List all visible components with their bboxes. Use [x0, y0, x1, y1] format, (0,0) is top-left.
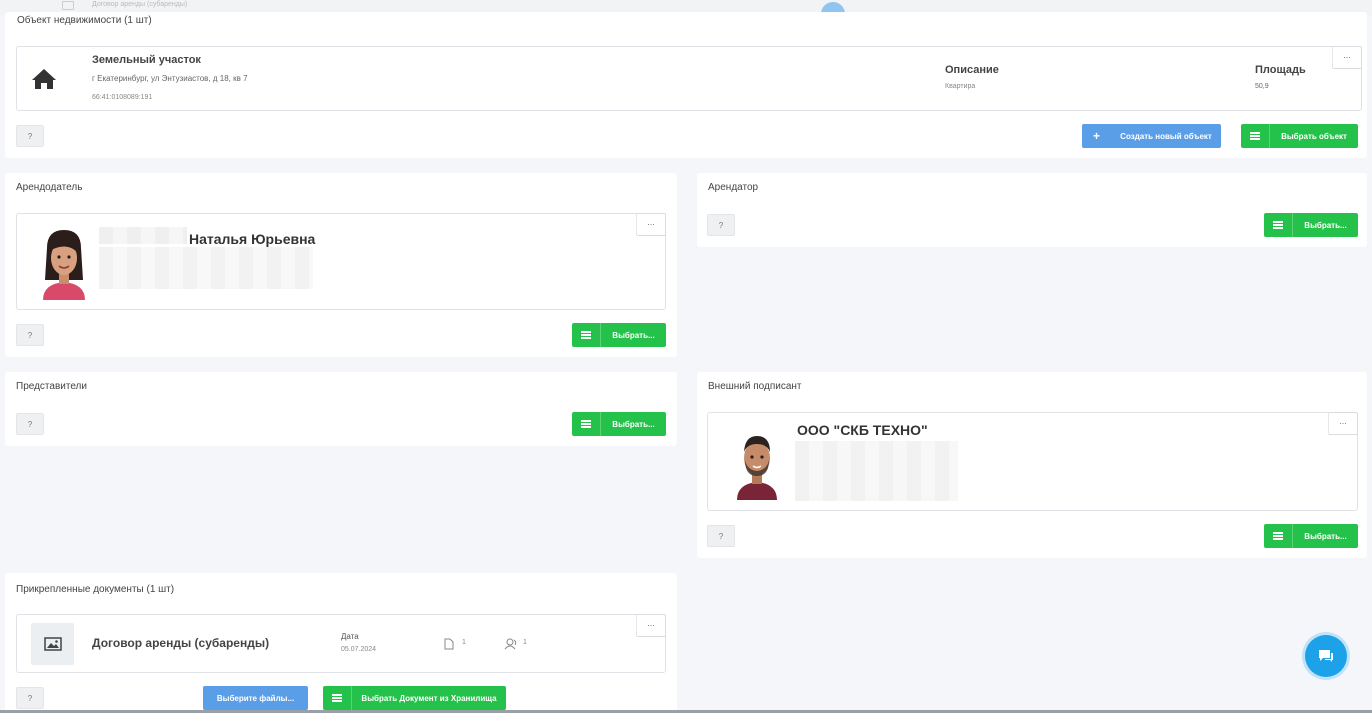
male-avatar [733, 430, 781, 500]
signers-count: 1 [523, 639, 527, 646]
image-icon [31, 623, 74, 665]
section-title: Арендатор [708, 182, 759, 193]
section-title: Прикрепленные документы (1 шт) [16, 584, 175, 595]
list-icon [1241, 124, 1270, 148]
property-cadastral: 66:41:0108089:191 [92, 94, 153, 101]
more-button[interactable]: ... [636, 614, 666, 637]
choose-from-storage-button[interactable]: Выбрать Документ из Хранилища [323, 686, 506, 710]
more-button[interactable]: ... [636, 213, 666, 236]
landlord-name: Наталья Юрьевна [189, 231, 316, 247]
choose-files-label: Выберите файлы... [216, 693, 295, 703]
property-address: г Екатеринбург, ул Энтузиастов, д 18, кв… [92, 74, 248, 83]
landlord-panel: Арендодатель Наталья Юрьевна ... ? Выбра… [5, 173, 677, 357]
house-icon [31, 67, 57, 91]
more-button[interactable]: ... [1328, 412, 1358, 435]
document-card[interactable]: Договор аренды (субаренды) Дата 05.07.20… [16, 614, 666, 673]
female-avatar [37, 228, 91, 300]
top-doc-title: Договор аренды (субаренды) [92, 1, 188, 8]
description-value: Квартира [945, 83, 976, 90]
create-object-button[interactable]: + Создать новый объект [1082, 124, 1221, 148]
section-title: Представители [16, 381, 87, 392]
plus-icon: + [1092, 129, 1100, 143]
chat-button[interactable] [1305, 635, 1347, 677]
select-representatives-button[interactable]: Выбрать... [572, 412, 666, 436]
select-representatives-label: Выбрать... [612, 419, 655, 429]
select-tenant-label: Выбрать... [1304, 220, 1347, 230]
select-signer-label: Выбрать... [1304, 531, 1347, 541]
representatives-panel: Представители ? Выбрать... [5, 372, 677, 446]
area-value: 50,9 [1255, 83, 1269, 90]
select-object-button[interactable]: Выбрать объект [1241, 124, 1358, 148]
signer-panel: Внешний подписант ООО "СКБ ТЕХНО" ... ? … [697, 372, 1367, 558]
help-button[interactable]: ? [16, 125, 44, 147]
section-title: Внешний подписант [708, 381, 802, 392]
chat-icon [1317, 648, 1335, 664]
help-button[interactable]: ? [16, 324, 44, 346]
landlord-card[interactable]: Наталья Юрьевна ... [16, 213, 666, 310]
choose-from-storage-label: Выбрать Документ из Хранилища [361, 693, 497, 703]
section-title: Арендодатель [16, 182, 83, 193]
date-value: 05.07.2024 [341, 646, 377, 653]
image-icon [62, 1, 74, 10]
select-object-label: Выбрать объект [1281, 131, 1347, 141]
area-label: Площадь [1255, 64, 1306, 76]
files-count: 1 [462, 639, 466, 646]
select-landlord-button[interactable]: Выбрать... [572, 323, 666, 347]
signers-icon [504, 637, 518, 650]
help-button[interactable]: ? [16, 687, 44, 709]
document-name[interactable]: Договор аренды (субаренды) [92, 636, 269, 650]
list-icon [572, 412, 601, 436]
property-card[interactable]: Земельный участок г Екатеринбург, ул Энт… [16, 46, 1362, 111]
help-button[interactable]: ? [707, 214, 735, 236]
list-icon [572, 323, 601, 347]
description-label: Описание [945, 64, 999, 76]
property-panel: Объект недвижимости (1 шт) Земельный уча… [5, 12, 1367, 158]
signer-card[interactable]: ООО "СКБ ТЕХНО" ... [707, 412, 1358, 511]
redacted-details [795, 441, 958, 501]
file-icon [444, 637, 454, 650]
documents-panel: Прикрепленные документы (1 шт) Договор а… [5, 573, 677, 713]
select-signer-button[interactable]: Выбрать... [1264, 524, 1358, 548]
signer-name: ООО "СКБ ТЕХНО" [797, 422, 928, 438]
date-label: Дата [341, 632, 359, 641]
help-button[interactable]: ? [16, 413, 44, 435]
redacted-details [99, 247, 313, 289]
create-object-label: Создать новый объект [1120, 131, 1212, 141]
property-name: Земельный участок [92, 54, 201, 66]
choose-files-button[interactable]: Выберите файлы... [203, 686, 308, 710]
select-tenant-button[interactable]: Выбрать... [1264, 213, 1358, 237]
tenant-panel: Арендатор ? Выбрать... [697, 173, 1367, 247]
help-button[interactable]: ? [707, 525, 735, 547]
select-landlord-label: Выбрать... [612, 330, 655, 340]
list-icon [323, 686, 352, 710]
list-icon [1264, 524, 1293, 548]
section-title: Объект недвижимости (1 шт) [17, 15, 152, 26]
redacted-surname [99, 227, 187, 244]
list-icon [1264, 213, 1293, 237]
more-button[interactable]: ... [1332, 46, 1362, 69]
